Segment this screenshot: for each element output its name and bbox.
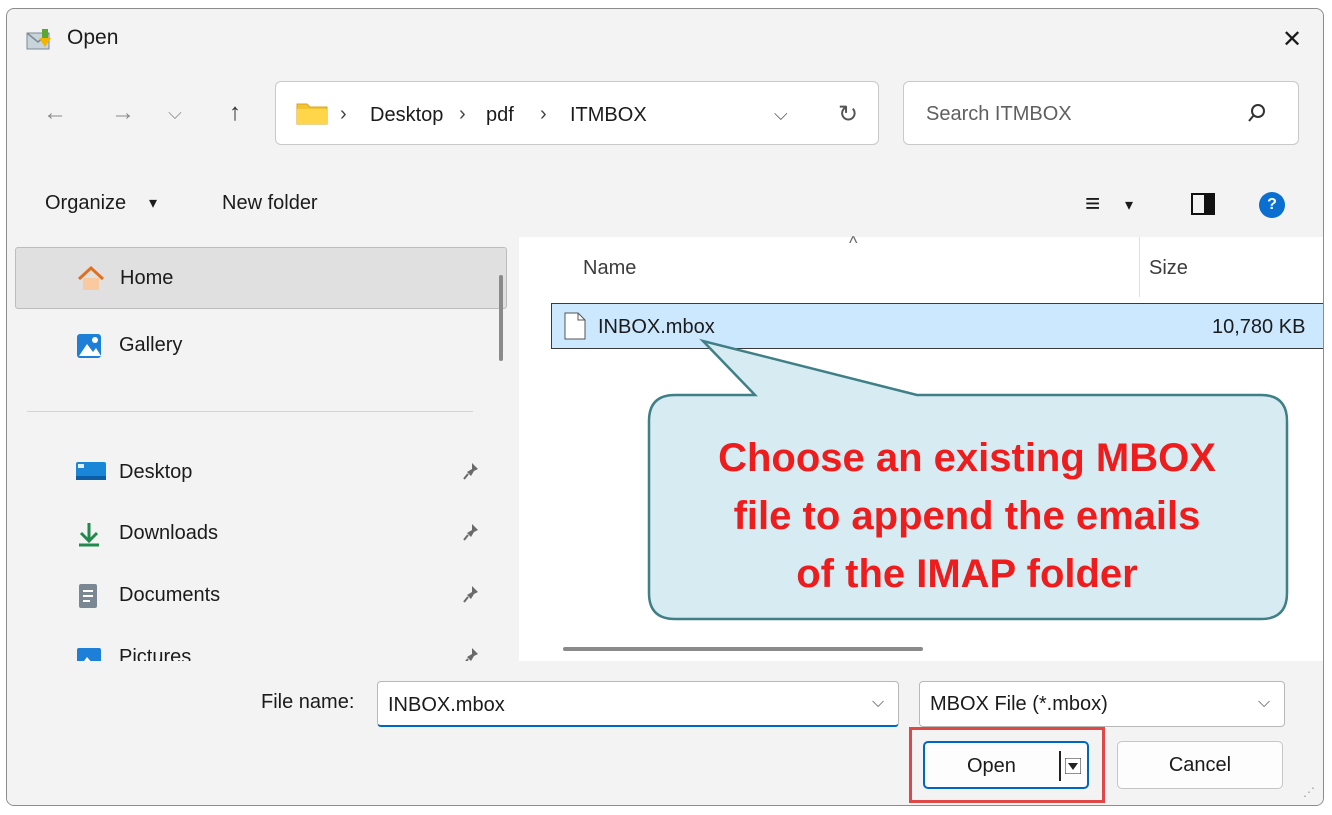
callout-line: file to append the emails bbox=[733, 494, 1201, 538]
callout-line: Choose an existing MBOX bbox=[718, 436, 1216, 480]
callout-bubble bbox=[647, 338, 1289, 621]
resize-grip-icon[interactable]: ⋰ bbox=[1303, 785, 1315, 799]
callout-line: of the IMAP folder bbox=[796, 552, 1138, 596]
open-dialog: Open ✕ ← → ⌵ ↑ › Desktop › pdf › ITMBOX … bbox=[6, 8, 1324, 806]
callout-text: Choose an existing MBOX file to append t… bbox=[647, 429, 1287, 603]
